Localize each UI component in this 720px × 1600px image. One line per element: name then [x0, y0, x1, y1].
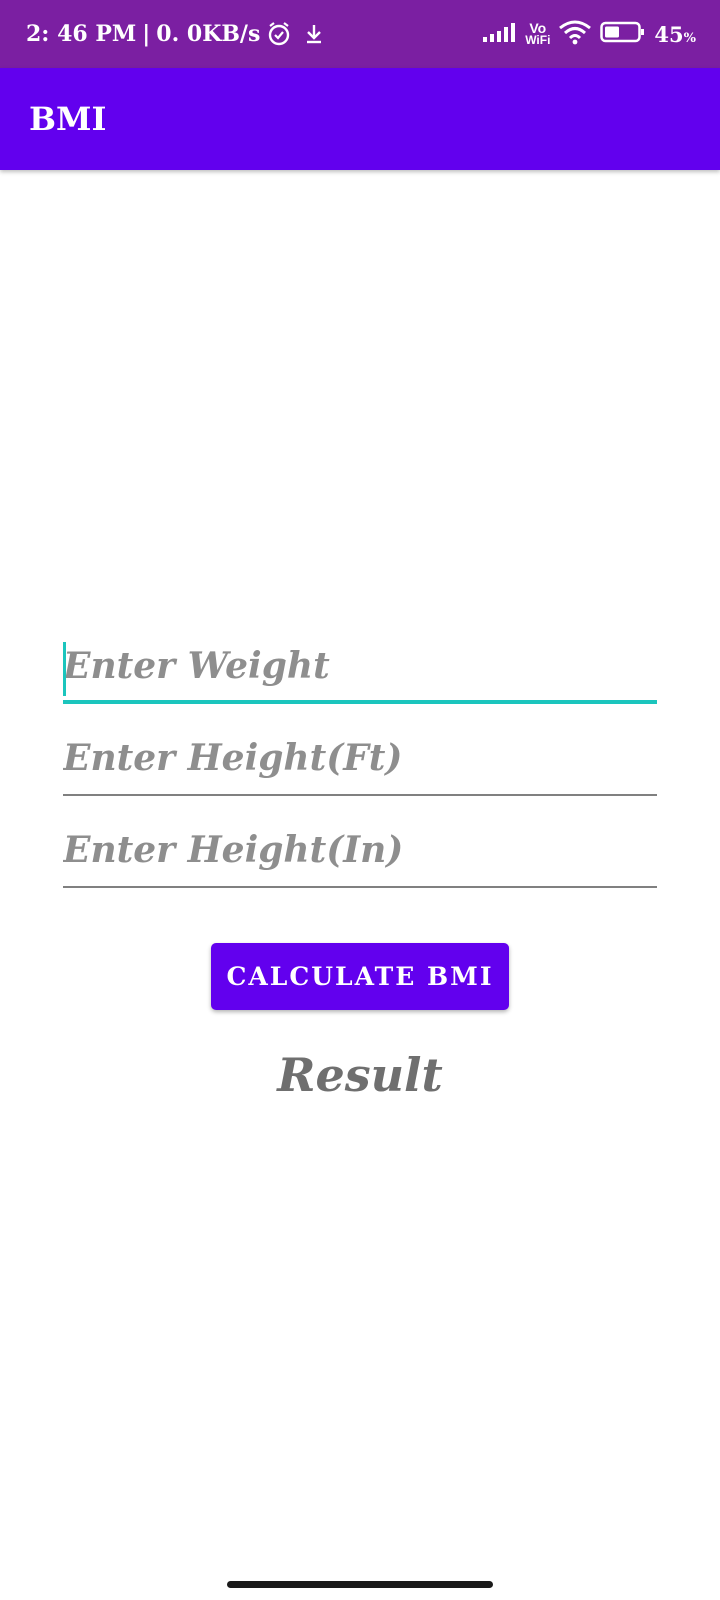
alarm-icon	[266, 21, 292, 47]
home-indicator[interactable]	[227, 1581, 493, 1588]
status-right: Vo WiFi 45%	[483, 0, 696, 68]
vowifi-icon: Vo WiFi	[525, 21, 551, 47]
height-in-underline	[63, 886, 657, 888]
battery-value: 45	[654, 21, 684, 47]
calculate-bmi-button[interactable]: CALCULATE BMI	[211, 943, 509, 1010]
result-text: Result	[277, 1048, 443, 1102]
status-separator: |	[142, 21, 151, 47]
status-bar: 2: 46 PM | 0. 0KB/s Vo WiFi 45%	[0, 0, 720, 68]
weight-underline	[63, 700, 657, 704]
text-cursor	[63, 642, 66, 696]
download-icon	[304, 23, 324, 45]
app-title: BMI	[29, 100, 107, 138]
wifi-icon	[558, 19, 592, 49]
height-ft-field[interactable]	[63, 726, 657, 796]
battery-percentage: 45%	[654, 22, 696, 47]
height-ft-input[interactable]	[63, 726, 657, 790]
battery-icon	[600, 20, 646, 48]
height-in-field[interactable]	[63, 818, 657, 888]
network-speed: 0. 0KB/s	[156, 21, 261, 47]
weight-input[interactable]	[63, 634, 657, 698]
battery-unit: %	[683, 30, 696, 46]
height-in-input[interactable]	[63, 818, 657, 882]
height-ft-underline	[63, 794, 657, 796]
status-time: 2: 46 PM	[26, 21, 137, 47]
status-left: 2: 46 PM | 0. 0KB/s	[26, 0, 324, 68]
vowifi-bottom-label: WiFi	[525, 33, 551, 47]
app-bar: BMI	[0, 68, 720, 170]
signal-icon	[483, 21, 517, 47]
weight-field[interactable]	[63, 634, 657, 704]
